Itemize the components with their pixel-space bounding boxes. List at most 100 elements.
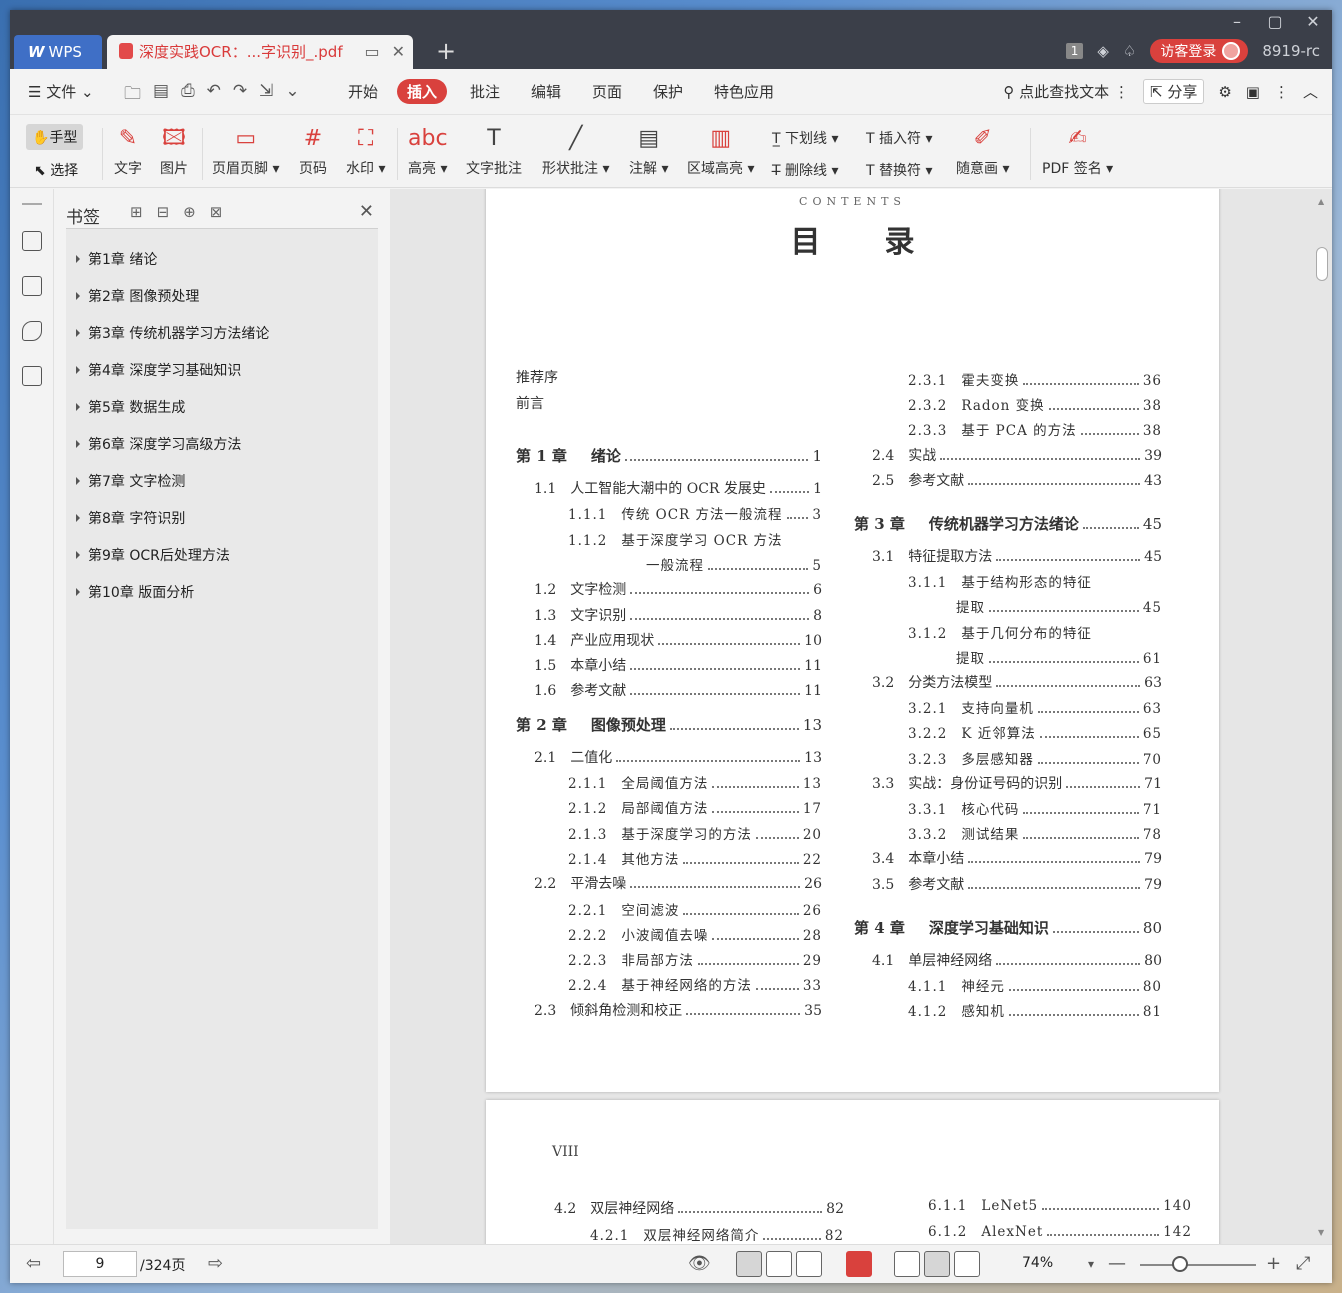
document-tab[interactable]: 深度实践OCR：...字识别_.pdf ▭ ✕ — [107, 35, 413, 69]
replace-mark-button[interactable]: T 替换符 ▾ — [866, 160, 933, 180]
settings-gear-icon[interactable]: ⚙ — [1218, 83, 1231, 101]
expand-all-icon[interactable]: ⊞ — [130, 203, 143, 221]
fit-width-icon[interactable] — [954, 1251, 980, 1277]
chat-icon[interactable]: ▣ — [1246, 83, 1260, 101]
export-icon[interactable]: ⇲ — [259, 81, 273, 110]
bookmark-item[interactable]: 第2章 图像预处理 — [76, 286, 199, 306]
fit-page-icon[interactable] — [924, 1251, 950, 1277]
bookmark-item[interactable]: 第8章 字符识别 — [76, 508, 185, 528]
add-bookmark-icon[interactable]: ⊕ — [183, 203, 196, 221]
two-page-view-icon[interactable] — [796, 1251, 822, 1277]
expand-arrow-icon[interactable] — [76, 329, 80, 337]
shirt-icon[interactable]: ♤ — [1123, 42, 1136, 60]
zoom-dropdown-icon[interactable]: ▾ — [1088, 1257, 1094, 1271]
continuous-view-icon[interactable] — [736, 1251, 762, 1277]
save-icon[interactable]: ▤ — [153, 81, 169, 110]
menu-special[interactable]: 特色应用 — [714, 81, 774, 102]
fullscreen-icon[interactable]: ⤢ — [1296, 1253, 1310, 1274]
close-tab-icon[interactable]: ✕ — [392, 42, 405, 61]
collapse-ribbon-icon[interactable]: ︿ — [1303, 81, 1318, 102]
zoom-in-icon[interactable]: + — [1266, 1253, 1281, 1274]
actual-size-icon[interactable] — [894, 1251, 920, 1277]
highlight-button[interactable]: abc 高亮 ▾ — [408, 124, 448, 178]
bookmark-item[interactable]: 第3章 传统机器学习方法绪论 — [76, 323, 269, 343]
single-page-view-icon[interactable] — [766, 1251, 792, 1277]
visitor-login-button[interactable]: 访客登录 — [1150, 39, 1249, 63]
window-count-badge[interactable]: 1 — [1065, 43, 1084, 59]
file-menu[interactable]: ☰ 文件 ⌄ — [28, 81, 94, 102]
bookmark-item[interactable]: 第5章 数据生成 — [76, 397, 185, 417]
thumbnail-image-icon[interactable] — [22, 276, 42, 296]
menu-insert[interactable]: 插入 — [397, 79, 448, 104]
next-page-icon[interactable]: ⇨ — [208, 1253, 223, 1274]
undo-icon[interactable]: ↶ — [207, 81, 221, 110]
expand-arrow-icon[interactable] — [76, 588, 80, 596]
attachment-icon[interactable] — [22, 366, 42, 386]
close-window-icon[interactable]: ✕ — [1294, 10, 1332, 34]
page-number-button[interactable]: # 页码 — [299, 124, 327, 178]
strikethrough-button[interactable]: T̶ 删除线 ▾ — [772, 160, 839, 180]
menu-start[interactable]: 开始 — [348, 81, 378, 102]
underline-button[interactable]: T̲ 下划线 ▾ — [772, 128, 839, 148]
outline-list-icon[interactable] — [22, 231, 42, 251]
expand-arrow-icon[interactable] — [76, 403, 80, 411]
play-slideshow-icon[interactable] — [846, 1251, 872, 1277]
page-number-input[interactable]: 9 — [63, 1251, 137, 1277]
zoom-out-icon[interactable]: — — [1108, 1253, 1126, 1274]
minimize-icon[interactable]: – — [1218, 10, 1256, 34]
share-button[interactable]: ⇱ 分享 — [1142, 79, 1205, 104]
delete-bookmark-icon[interactable]: ⊠ — [210, 203, 223, 221]
expand-arrow-icon[interactable] — [76, 477, 80, 485]
header-footer-button[interactable]: ▭ 页眉页脚 ▾ — [212, 124, 279, 178]
freehand-button[interactable]: ✐ 随意画 ▾ — [956, 124, 1009, 178]
insert-image-button[interactable]: 🖾 图片 — [160, 124, 188, 178]
close-panel-icon[interactable]: ✕ — [359, 201, 374, 222]
bookmark-item[interactable]: 第1章 绪论 — [76, 249, 157, 269]
menu-page[interactable]: 页面 — [592, 81, 622, 102]
zoom-slider-knob[interactable] — [1172, 1256, 1188, 1272]
scroll-down-icon[interactable]: ▼ — [1318, 1228, 1324, 1237]
annotation-button[interactable]: ▤ 注解 ▾ — [629, 124, 668, 178]
zoom-level[interactable]: 74% — [1022, 1255, 1053, 1271]
open-folder-icon[interactable]: 🗀 — [124, 81, 141, 110]
expand-arrow-icon[interactable] — [76, 551, 80, 559]
select-tool-button[interactable]: ⬉ 选择 — [34, 160, 78, 180]
expand-arrow-icon[interactable] — [76, 440, 80, 448]
menu-comment[interactable]: 批注 — [470, 81, 500, 102]
bookmark-item[interactable]: 第7章 文字检测 — [76, 471, 185, 491]
more-menu-icon[interactable]: ⋮ — [1274, 83, 1289, 101]
expand-arrow-icon[interactable] — [76, 255, 80, 263]
print-icon[interactable]: ⎙ — [181, 81, 195, 110]
hand-tool-button[interactable]: ✋手型 — [26, 124, 84, 150]
new-tab-button[interactable]: + — [436, 37, 456, 65]
skin-icon[interactable]: ◈ — [1097, 42, 1109, 60]
bookmark-item[interactable]: 第10章 版面分析 — [76, 582, 194, 602]
scroll-thumb[interactable] — [1316, 247, 1328, 281]
bookmark-item[interactable]: 第4章 深度学习基础知识 — [76, 360, 241, 380]
document-viewer[interactable]: CONTENTS 目录 推荐序 前言 第 1 章 绪论 1 1.1 人工智能大潮中的 O… — [390, 189, 1332, 1244]
scroll-up-icon[interactable]: ▲ — [1318, 197, 1324, 206]
shape-comment-button[interactable]: ╱ 形状批注 ▾ — [542, 124, 609, 178]
bookmark-item[interactable]: 第9章 OCR后处理方法 — [76, 545, 230, 565]
bookmark-item[interactable]: 第6章 深度学习高级方法 — [76, 434, 241, 454]
watermark-button[interactable]: ⛶ 水印 ▾ — [346, 124, 385, 178]
monitor-icon[interactable]: ▭ — [364, 42, 379, 61]
expand-arrow-icon[interactable] — [76, 514, 80, 522]
prev-page-icon[interactable]: ⇦ — [26, 1253, 41, 1274]
area-highlight-button[interactable]: ▥ 区域高亮 ▾ — [687, 124, 754, 178]
redo-icon[interactable]: ↷ — [233, 81, 247, 110]
eye-protection-icon[interactable]: 👁 — [688, 1253, 711, 1274]
wps-home-tab[interactable]: W WPS — [14, 35, 102, 69]
more-dropdown-icon[interactable]: ⌄ — [285, 81, 299, 110]
menu-edit[interactable]: 编辑 — [531, 81, 561, 102]
insert-text-button[interactable]: ✎ 文字 — [114, 124, 142, 178]
maximize-icon[interactable]: ▢ — [1256, 10, 1294, 34]
annotation-tag-icon[interactable] — [22, 321, 42, 341]
text-comment-button[interactable]: T 文字批注 — [466, 124, 522, 178]
find-text-button[interactable]: ⚲ 点此查找文本 ⋮ — [1003, 81, 1129, 102]
vertical-scrollbar[interactable]: ▲ ▼ — [1316, 197, 1328, 1237]
insert-mark-button[interactable]: T 插入符 ▾ — [866, 128, 933, 148]
pdf-sign-button[interactable]: ✍ PDF 签名 ▾ — [1042, 124, 1113, 178]
zoom-slider-track[interactable] — [1140, 1264, 1256, 1266]
expand-arrow-icon[interactable] — [76, 292, 80, 300]
